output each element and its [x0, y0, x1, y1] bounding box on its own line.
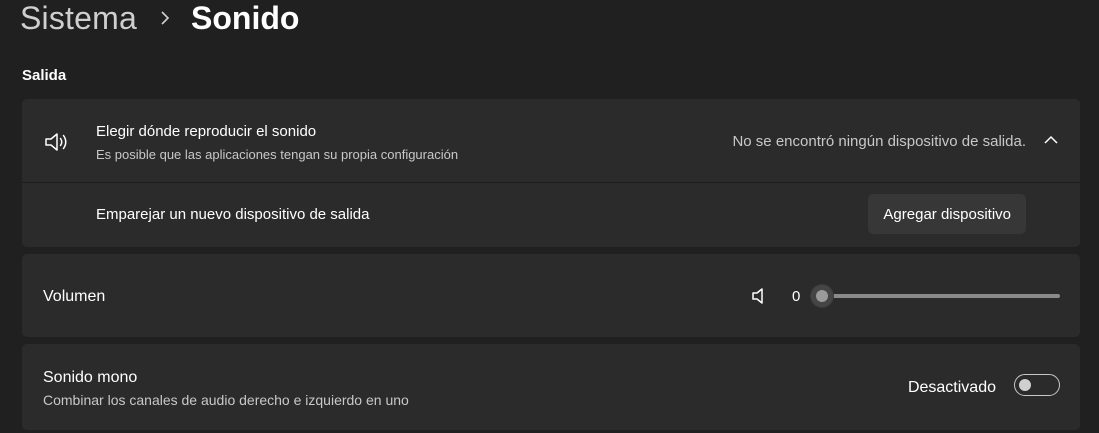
volume-card: Volumen 0: [22, 254, 1080, 337]
mono-audio-toggle[interactable]: [1014, 374, 1060, 396]
breadcrumb-parent-link[interactable]: Sistema: [20, 0, 137, 37]
mono-toggle-state-label: Desactivado: [907, 379, 996, 396]
volume-value: 0: [792, 288, 801, 305]
choose-output-subtitle: Es posible que las aplicaciones tengan s…: [96, 147, 459, 162]
volume-slider-thumb[interactable]: [810, 284, 834, 308]
section-title-output: Salida: [22, 67, 67, 84]
sound-settings-page: Sistema Sonido Salida Elegir dónde repro…: [0, 0, 1099, 433]
volume-label: Volumen: [43, 288, 106, 305]
chevron-right-icon: [151, 8, 179, 28]
mono-audio-title: Sonido mono: [43, 369, 138, 386]
volume-slider-track[interactable]: [822, 294, 1060, 298]
choose-output-title: Elegir dónde reproducir el sonido: [96, 123, 317, 140]
speaker-icon: [44, 131, 72, 153]
mono-audio-subtitle: Combinar los canales de audio derecho e …: [43, 392, 409, 408]
choose-output-row[interactable]: Elegir dónde reproducir el sonido Es pos…: [22, 99, 1080, 183]
pair-device-row: Emparejar un nuevo dispositivo de salida…: [22, 183, 1080, 246]
page-title: Sonido: [191, 0, 300, 36]
output-card: Elegir dónde reproducir el sonido Es pos…: [22, 99, 1080, 247]
pair-device-title: Emparejar un nuevo dispositivo de salida: [96, 206, 370, 223]
breadcrumb: Sistema Sonido: [20, 0, 299, 40]
chevron-up-icon[interactable]: [1042, 133, 1060, 147]
mono-audio-card: Sonido mono Combinar los canales de audi…: [22, 344, 1080, 430]
add-device-button[interactable]: Agregar dispositivo: [868, 194, 1026, 234]
speaker-muted-icon[interactable]: [750, 286, 770, 306]
toggle-knob: [1019, 379, 1031, 391]
output-status-text: No se encontró ningún dispositivo de sal…: [732, 133, 1026, 150]
